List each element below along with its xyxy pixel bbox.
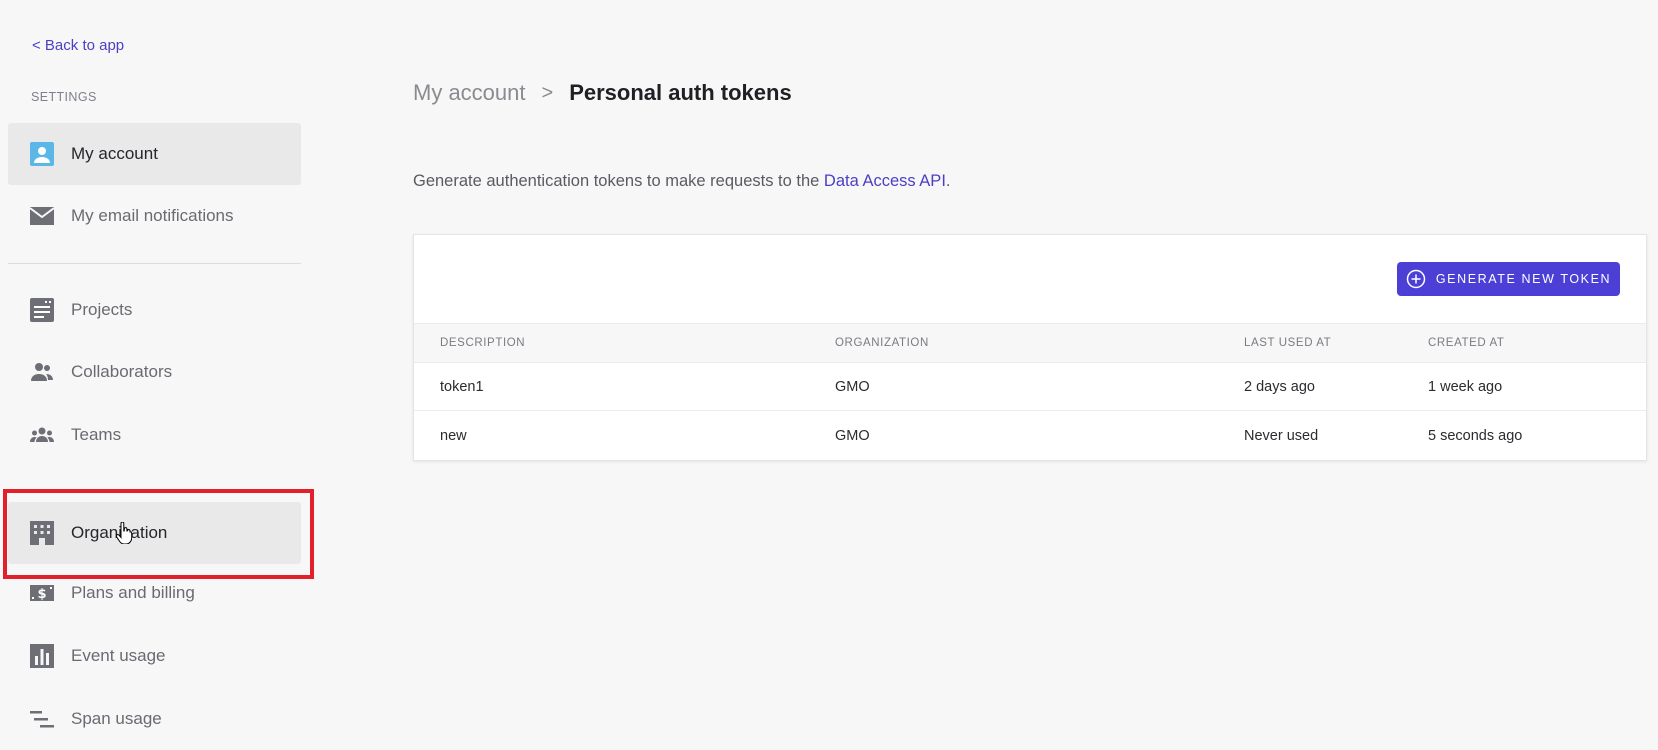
cell-created: 5 seconds ago: [1428, 428, 1523, 444]
column-header-description: DESCRIPTION: [440, 337, 526, 349]
hand-cursor-icon: [116, 522, 132, 544]
generate-button-label: GENERATE NEW TOKEN: [1435, 272, 1612, 286]
projects-icon: [30, 298, 54, 322]
cell-last-used: 2 days ago: [1244, 378, 1315, 395]
back-to-app-link[interactable]: < Back to app: [32, 37, 124, 54]
teams-icon: [30, 423, 54, 447]
cell-description: new: [440, 428, 467, 444]
mail-icon: [30, 204, 54, 228]
plus-circle-icon: [1406, 269, 1426, 289]
bar-chart-icon: [30, 644, 54, 668]
sidebar-item-label: Collaborators: [71, 362, 173, 381]
sidebar-item-my-account[interactable]: My account: [8, 123, 301, 185]
sidebar-item-label: Event usage: [71, 646, 166, 665]
cell-organization: GMO: [835, 428, 870, 444]
billing-icon: $: [30, 581, 54, 605]
data-access-api-link[interactable]: Data Access API: [824, 172, 946, 190]
tokens-card: GENERATE NEW TOKEN DESCRIPTION ORGANIZAT…: [413, 234, 1647, 461]
sidebar-item-plans-billing[interactable]: $ Plans and billing: [8, 562, 301, 624]
table-row[interactable]: new GMO Never used 5 seconds ago: [414, 412, 1646, 460]
chevron-right-icon: >: [541, 81, 554, 104]
sidebar-item-label: My account: [71, 144, 158, 163]
collaborators-icon: [30, 360, 54, 384]
span-icon: [30, 707, 54, 731]
sidebar-item-label: Teams: [71, 425, 122, 444]
sidebar-item-label: My email notifications: [71, 206, 234, 225]
svg-text:$: $: [37, 587, 46, 602]
description-suffix: .: [945, 172, 951, 190]
sidebar-item-event-usage[interactable]: Event usage: [8, 625, 301, 687]
cell-description: token1: [440, 378, 484, 395]
cell-organization: GMO: [835, 378, 870, 395]
column-header-last-used: LAST USED AT: [1244, 337, 1332, 349]
settings-section-label: SETTINGS: [31, 90, 97, 104]
table-header: DESCRIPTION ORGANIZATION LAST USED AT CR…: [414, 323, 1646, 363]
sidebar-item-projects[interactable]: Projects: [8, 279, 301, 341]
description-text: Generate authentication tokens to make r…: [413, 172, 824, 190]
sidebar-item-email-notifications[interactable]: My email notifications: [8, 185, 301, 247]
main-content: My account > Personal auth tokens Genera…: [413, 0, 1658, 748]
sidebar-item-organization[interactable]: Organization: [8, 502, 301, 564]
sidebar-divider: [8, 263, 301, 264]
settings-sidebar: < Back to app SETTINGS My account My ema…: [0, 0, 314, 750]
breadcrumb: My account > Personal auth tokens: [413, 80, 792, 106]
sidebar-item-span-usage[interactable]: Span usage: [8, 688, 301, 750]
breadcrumb-my-account[interactable]: My account: [413, 80, 526, 106]
sidebar-item-label: Span usage: [71, 709, 162, 728]
page-description: Generate authentication tokens to make r…: [413, 172, 951, 191]
table-row[interactable]: token1 GMO 2 days ago 1 week ago: [414, 363, 1646, 411]
cell-created: 1 week ago: [1428, 378, 1503, 395]
page-title: Personal auth tokens: [569, 80, 792, 105]
sidebar-item-collaborators[interactable]: Collaborators: [8, 341, 301, 403]
sidebar-item-teams[interactable]: Teams: [8, 404, 301, 466]
cell-last-used: Never used: [1244, 428, 1319, 444]
generate-new-token-button[interactable]: GENERATE NEW TOKEN: [1397, 262, 1620, 296]
column-header-organization: ORGANIZATION: [835, 337, 929, 349]
sidebar-item-label: Projects: [71, 300, 133, 319]
column-header-created: CREATED AT: [1428, 337, 1505, 349]
building-icon: [30, 521, 54, 545]
user-icon: [30, 142, 54, 166]
sidebar-item-label: Plans and billing: [71, 583, 195, 602]
